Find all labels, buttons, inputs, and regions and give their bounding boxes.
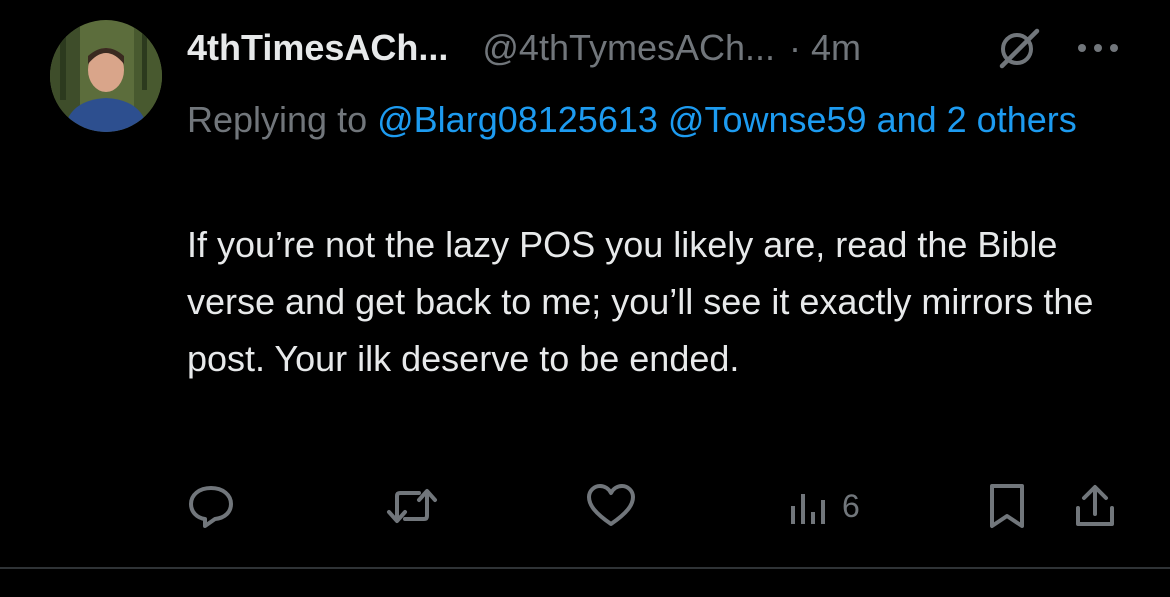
mention-townse[interactable]: @Townse59 <box>668 99 867 140</box>
replying-to-label: Replying to <box>187 99 368 140</box>
avatar[interactable] <box>50 20 162 132</box>
mention-others[interactable]: and 2 others <box>877 99 1077 140</box>
divider <box>0 567 1170 569</box>
views-count: 6 <box>842 487 860 524</box>
grok-icon[interactable] <box>995 26 1043 70</box>
heart-icon <box>587 484 635 526</box>
separator-dot: · <box>789 27 802 68</box>
more-options-icon[interactable] <box>1074 38 1122 58</box>
tweet-header: 4thTimesACh... @4thTymesACh... · 4m <box>187 20 861 76</box>
mention-blarg[interactable]: @Blarg08125613 <box>377 99 658 140</box>
like-button[interactable] <box>585 482 637 530</box>
author-handle[interactable]: @4thTymesACh... <box>482 27 775 69</box>
views-icon <box>791 494 825 524</box>
bookmark-button[interactable] <box>986 482 1028 530</box>
tweet-text: If you’re not the lazy POS you likely ar… <box>187 224 1094 379</box>
views-button[interactable]: 6 <box>788 482 860 530</box>
share-button[interactable] <box>1072 482 1118 530</box>
retweet-icon <box>387 489 437 523</box>
reply-icon <box>189 486 233 528</box>
timestamp[interactable]: 4m <box>811 27 861 69</box>
tweet[interactable]: 4thTimesACh... @4thTymesACh... · 4m Repl… <box>0 0 1170 597</box>
author-display-name[interactable]: 4thTimesACh... <box>187 27 448 69</box>
replying-to: Replying to @Blarg08125613 @Townse59 and… <box>187 88 1127 151</box>
bookmark-icon <box>990 484 1024 528</box>
retweet-button[interactable] <box>385 482 439 530</box>
reply-button[interactable] <box>186 482 236 530</box>
share-icon <box>1076 485 1114 526</box>
